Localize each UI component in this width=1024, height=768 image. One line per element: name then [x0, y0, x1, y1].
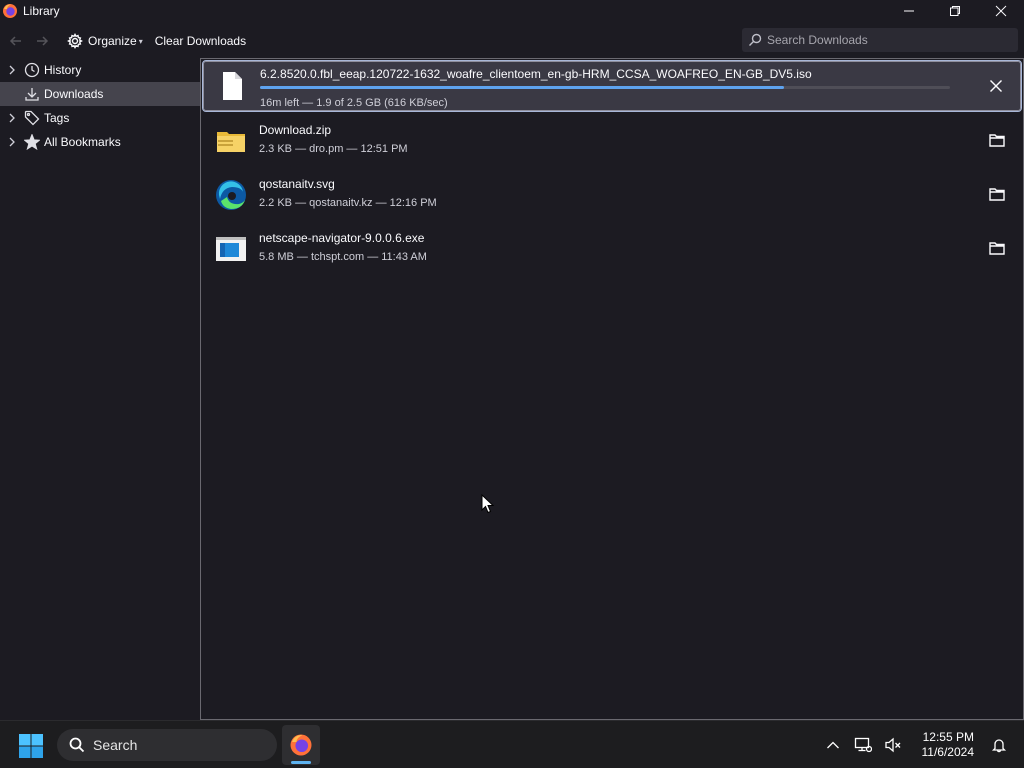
- title-bar: Library: [0, 0, 1024, 22]
- download-icon: [24, 86, 40, 102]
- sidebar-item-label: Tags: [44, 111, 70, 125]
- close-button[interactable]: [978, 0, 1024, 22]
- sidebar-item-downloads[interactable]: Downloads: [0, 82, 200, 106]
- window-title: Library: [23, 4, 60, 18]
- cancel-download-button[interactable]: [986, 76, 1006, 96]
- chevron-down-icon: ▾: [138, 36, 143, 46]
- volume-muted-icon[interactable]: [880, 732, 906, 758]
- firefox-icon: [290, 734, 312, 756]
- back-button[interactable]: [3, 29, 29, 53]
- expand-chevron-icon[interactable]: [0, 113, 24, 123]
- minimize-button[interactable]: [886, 0, 932, 22]
- taskbar-clock[interactable]: 12:55 PM 11/6/2024: [922, 730, 975, 760]
- downloads-list: 6.2.8520.0.fbl_eeap.120722-1632_woafre_c…: [200, 58, 1024, 720]
- file-icon: [223, 72, 242, 100]
- show-in-folder-button[interactable]: [987, 184, 1007, 204]
- sidebar-item-label: History: [44, 63, 82, 77]
- folder-icon: [989, 134, 1005, 147]
- show-hidden-icons-button[interactable]: [820, 732, 846, 758]
- search-field[interactable]: [742, 28, 1018, 52]
- chevron-up-icon: [826, 741, 839, 749]
- sidebar: History Downloads Tags All Bookmarks: [0, 58, 200, 720]
- download-status: 16m left — 1.9 of 2.5 GB (616 KB/sec): [260, 97, 448, 109]
- star-icon: [24, 134, 40, 150]
- download-status: 2.3 KB — dro.pm — 12:51 PM: [259, 143, 408, 155]
- edge-icon: [216, 180, 246, 210]
- sidebar-item-tags[interactable]: Tags: [0, 106, 200, 130]
- folder-icon: [989, 188, 1005, 201]
- download-filename: Download.zip: [259, 123, 332, 137]
- organize-label: Organize: [88, 34, 137, 48]
- search-icon: [69, 737, 85, 753]
- taskbar-search[interactable]: Search: [57, 729, 277, 761]
- sidebar-item-history[interactable]: History: [0, 58, 200, 82]
- mouse-cursor: [481, 494, 495, 514]
- exe-icon: [216, 237, 246, 261]
- bell-icon: [991, 739, 1007, 753]
- download-item[interactable]: 6.2.8520.0.fbl_eeap.120722-1632_woafre_c…: [202, 60, 1022, 112]
- download-item[interactable]: netscape-navigator-9.0.0.6.exe 5.8 MB — …: [203, 223, 1021, 277]
- expand-chevron-icon[interactable]: [0, 65, 24, 75]
- cancel-icon: [990, 80, 1002, 92]
- sidebar-item-label: All Bookmarks: [44, 135, 121, 149]
- back-arrow-icon: [9, 36, 21, 46]
- download-filename: 6.2.8520.0.fbl_eeap.120722-1632_woafre_c…: [260, 67, 812, 81]
- clock-date: 11/6/2024: [921, 745, 975, 759]
- system-tray: 12:55 PM 11/6/2024: [818, 721, 1024, 768]
- minimize-icon: [904, 10, 914, 12]
- tag-icon: [24, 110, 40, 126]
- sidebar-item-all-bookmarks[interactable]: All Bookmarks: [0, 130, 200, 154]
- firefox-icon: [3, 4, 17, 18]
- sidebar-item-label: Downloads: [44, 87, 104, 101]
- download-progress-fill: [260, 86, 785, 89]
- taskbar-search-label: Search: [93, 737, 138, 753]
- download-item[interactable]: Download.zip 2.3 KB — dro.pm — 12:51 PM: [203, 115, 1021, 169]
- close-icon: [995, 5, 1007, 17]
- windows-start-icon[interactable]: [18, 733, 44, 759]
- forward-arrow-icon: [37, 36, 49, 46]
- clear-downloads-button[interactable]: Clear Downloads: [155, 29, 246, 53]
- clock-icon: [24, 62, 40, 78]
- forward-button[interactable]: [29, 29, 55, 53]
- gear-icon: [67, 33, 83, 49]
- download-progress-bar: [260, 86, 950, 89]
- download-status: 2.2 KB — qostanaitv.kz — 12:16 PM: [259, 197, 437, 209]
- notifications-button[interactable]: [986, 732, 1012, 758]
- download-status: 5.8 MB — tchspt.com — 11:43 AM: [259, 251, 427, 263]
- toolbar: Organize ▾ Clear Downloads: [0, 28, 1024, 54]
- download-item[interactable]: qostanaitv.svg 2.2 KB — qostanaitv.kz — …: [203, 169, 1021, 223]
- zip-folder-icon: [217, 132, 245, 152]
- network-icon[interactable]: [850, 732, 876, 758]
- show-in-folder-button[interactable]: [987, 238, 1007, 258]
- organize-menu-button[interactable]: Organize ▾: [67, 29, 143, 53]
- folder-icon: [989, 242, 1005, 255]
- active-app-indicator: [291, 761, 311, 764]
- search-icon: [749, 33, 762, 46]
- download-filename: netscape-navigator-9.0.0.6.exe: [259, 231, 425, 245]
- clock-time: 12:55 PM: [922, 730, 974, 744]
- search-input[interactable]: [767, 33, 1007, 47]
- taskbar: Search 12:55 PM 11/6/2024: [0, 720, 1024, 768]
- restore-button[interactable]: [932, 0, 978, 22]
- download-filename: qostanaitv.svg: [259, 177, 335, 191]
- expand-chevron-icon[interactable]: [0, 137, 24, 147]
- taskbar-firefox-button[interactable]: [282, 725, 320, 765]
- restore-icon: [950, 6, 960, 16]
- show-in-folder-button[interactable]: [987, 130, 1007, 150]
